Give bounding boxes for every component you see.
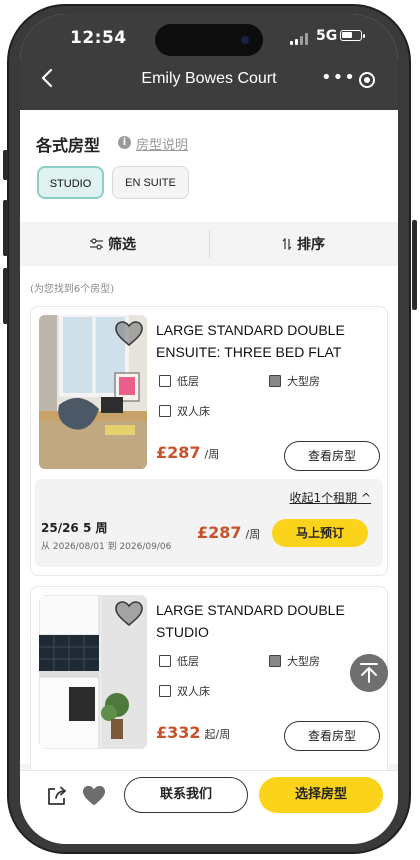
feature-bed: 双人床 bbox=[159, 403, 210, 419]
bottom-action-bar: 联系我们 选择房型 bbox=[20, 770, 398, 844]
favorite-heart-icon[interactable] bbox=[115, 601, 143, 627]
sort-arrows-icon bbox=[282, 237, 292, 251]
close-mini-program-icon[interactable] bbox=[359, 72, 375, 88]
room-size-icon bbox=[269, 655, 281, 667]
filter-sort-bar: 筛选 排序 bbox=[20, 222, 398, 266]
status-bar: 12:54 5G bbox=[20, 14, 398, 58]
network-type: 5G bbox=[316, 28, 338, 44]
select-room-button[interactable]: 选择房型 bbox=[259, 777, 383, 813]
bed-icon bbox=[159, 405, 171, 417]
tenancy-weeks: 25/26 5 周 bbox=[41, 521, 108, 535]
floor-icon bbox=[159, 655, 171, 667]
room-name[interactable]: LARGE STANDARD DOUBLE STUDIO bbox=[156, 599, 381, 643]
info-icon[interactable]: i bbox=[118, 136, 131, 149]
book-now-button[interactable]: 马上预订 bbox=[272, 519, 368, 547]
filter-label: 筛选 bbox=[108, 237, 136, 253]
filter-button[interactable]: 筛选 bbox=[90, 234, 136, 254]
room-type-info-link[interactable]: 房型说明 bbox=[136, 134, 188, 153]
view-room-button[interactable]: 查看房型 bbox=[284, 721, 380, 751]
dynamic-island bbox=[155, 24, 263, 56]
feature-floor: 低层 bbox=[159, 653, 199, 669]
status-time: 12:54 bbox=[70, 28, 127, 48]
sort-label: 排序 bbox=[297, 237, 325, 253]
chip-en-suite[interactable]: EN SUITE bbox=[112, 166, 189, 199]
mini-program-capsule: ••• bbox=[311, 67, 385, 95]
share-icon[interactable] bbox=[46, 785, 68, 807]
phone-side-button bbox=[412, 220, 417, 310]
tenancy-price: £287/周 bbox=[197, 523, 261, 542]
room-name[interactable]: LARGE STANDARD DOUBLE ENSUITE: THREE BED… bbox=[156, 319, 381, 363]
scroll-to-top-button[interactable] bbox=[350, 654, 388, 692]
room-card[interactable]: LARGE STANDARD DOUBLE ENSUITE: THREE BED… bbox=[30, 306, 388, 576]
tenancy-dates: 从 2026/08/01 到 2026/09/06 bbox=[41, 542, 172, 552]
phone-side-button bbox=[3, 200, 8, 256]
chevron-up-icon: ^ bbox=[360, 491, 371, 505]
room-card[interactable]: LARGE STANDARD DOUBLE STUDIO 低层 大型房 双人床 … bbox=[30, 586, 388, 786]
sort-button[interactable]: 排序 bbox=[282, 234, 325, 254]
heart-icon[interactable] bbox=[82, 785, 106, 807]
feature-size: 大型房 bbox=[269, 373, 320, 389]
favorite-heart-icon[interactable] bbox=[115, 321, 143, 347]
floor-icon bbox=[159, 375, 171, 387]
phone-screen: 12:54 5G Emily Bowes Court ••• 各式房型 i 房型… bbox=[20, 14, 398, 844]
feature-bed: 双人床 bbox=[159, 683, 210, 699]
room-photo[interactable] bbox=[39, 315, 147, 469]
contact-us-button[interactable]: 联系我们 bbox=[124, 777, 248, 813]
divider bbox=[209, 230, 210, 258]
room-price: £287/周 bbox=[156, 443, 220, 462]
tenancy-panel: 收起1个租期 ^ 25/26 5 周 从 2026/08/01 到 2026/0… bbox=[35, 479, 383, 567]
phone-side-button bbox=[3, 150, 8, 180]
room-size-icon bbox=[269, 375, 281, 387]
phone-side-button bbox=[3, 268, 8, 324]
feature-size: 大型房 bbox=[269, 653, 320, 669]
section-title: 各式房型 bbox=[36, 136, 101, 155]
collapse-tenancy-toggle[interactable]: 收起1个租期 ^ bbox=[289, 489, 371, 506]
feature-floor: 低层 bbox=[159, 373, 199, 389]
main-content: 各式房型 i 房型说明 STUDIO EN SUITE 筛选 排序 (为您找到6… bbox=[20, 110, 398, 786]
room-price: £332 起/周 bbox=[156, 723, 231, 742]
battery-icon bbox=[340, 30, 365, 41]
bed-icon bbox=[159, 685, 171, 697]
view-room-button[interactable]: 查看房型 bbox=[284, 441, 380, 471]
room-photo[interactable] bbox=[39, 595, 147, 749]
result-count: (为您找到6个房型) bbox=[30, 284, 115, 295]
signal-icon bbox=[290, 33, 312, 45]
app-header: 12:54 5G Emily Bowes Court ••• bbox=[20, 14, 398, 110]
more-icon[interactable]: ••• bbox=[321, 67, 356, 88]
nav-bar: Emily Bowes Court ••• bbox=[20, 58, 398, 104]
chip-studio[interactable]: STUDIO bbox=[37, 166, 104, 199]
sliders-icon bbox=[90, 238, 103, 250]
